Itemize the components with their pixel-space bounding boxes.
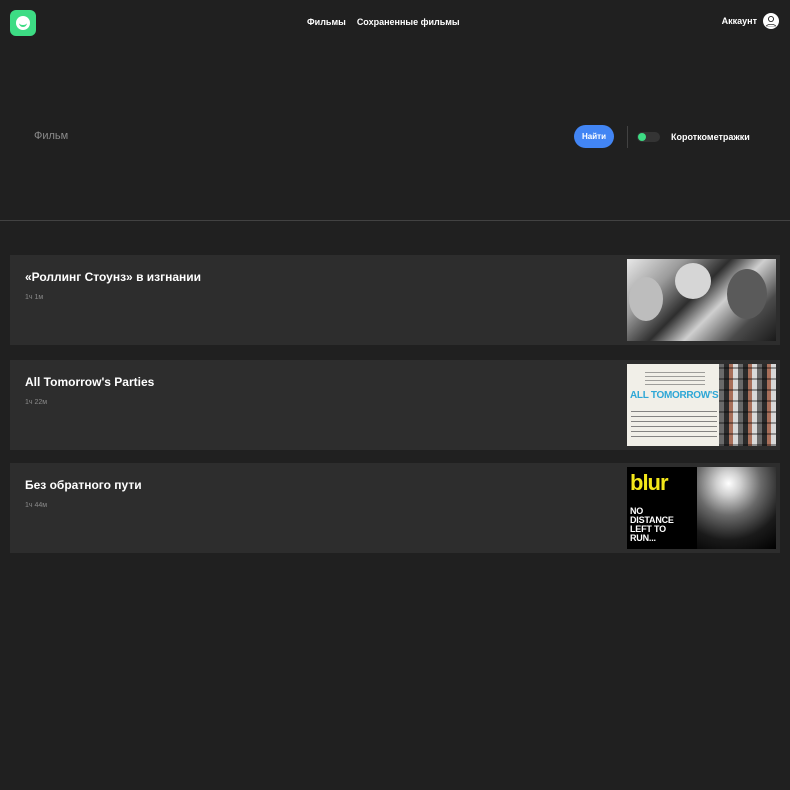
logo-icon[interactable] <box>10 10 36 36</box>
movie-card[interactable]: Без обратного пути 1ч 44м blur NO DISTAN… <box>10 463 780 553</box>
nav-saved-movies-link[interactable]: Сохраненные фильмы <box>357 17 460 27</box>
movie-duration: 1ч 44м <box>25 502 48 509</box>
movie-thumbnail[interactable]: blur NO DISTANCE LEFT TO RUN... <box>627 467 776 549</box>
movie-title: «Роллинг Стоунз» в изгнании <box>25 270 202 284</box>
photo-figure <box>675 263 711 299</box>
movie-card[interactable]: «Роллинг Стоунз» в изгнании 1ч 1м <box>10 255 780 345</box>
movie-title: All Tomorrow's Parties <box>25 375 155 389</box>
search-input[interactable] <box>34 127 454 145</box>
movie-title: Без обратного пути <box>25 478 142 492</box>
smile-shape <box>19 21 27 27</box>
shorts-toggle[interactable] <box>637 132 660 142</box>
logo-circle <box>16 16 30 30</box>
nav-movies-link[interactable]: Фильмы <box>307 17 346 27</box>
movie-duration: 1ч 22м <box>25 399 48 406</box>
movie-card[interactable]: All Tomorrow's Parties 1ч 22м ALL TOMORR… <box>10 360 780 450</box>
section-divider <box>0 220 790 221</box>
account-label: Аккаунт <box>721 16 757 26</box>
poster-tagline: NO DISTANCE LEFT TO RUN... <box>630 506 674 543</box>
header: Фильмы Сохраненные фильмы Аккаунт <box>0 0 790 45</box>
poster-photo-grid-lines <box>719 364 776 446</box>
movie-duration: 1ч 1м <box>25 294 44 301</box>
photo-figure <box>629 277 663 321</box>
account-button[interactable]: Аккаунт <box>722 13 779 29</box>
movie-thumbnail[interactable] <box>627 259 776 341</box>
search-button[interactable]: Найти <box>574 125 614 148</box>
movie-thumbnail[interactable]: ALL TOMORROW'S PARTIES <box>627 364 776 446</box>
vertical-divider <box>627 126 628 148</box>
photo-figure <box>727 269 767 319</box>
main-nav: Фильмы Сохраненные фильмы <box>307 17 460 27</box>
poster-light-glow <box>697 467 776 549</box>
poster-band-name: blur <box>630 470 669 495</box>
poster-text-lines <box>645 369 705 385</box>
poster-credit-lines <box>631 407 717 437</box>
search-form: Найти Короткометражки <box>0 112 790 162</box>
user-icon <box>763 13 779 29</box>
toggle-knob <box>638 133 646 141</box>
shorts-toggle-label: Короткометражки <box>671 132 750 142</box>
